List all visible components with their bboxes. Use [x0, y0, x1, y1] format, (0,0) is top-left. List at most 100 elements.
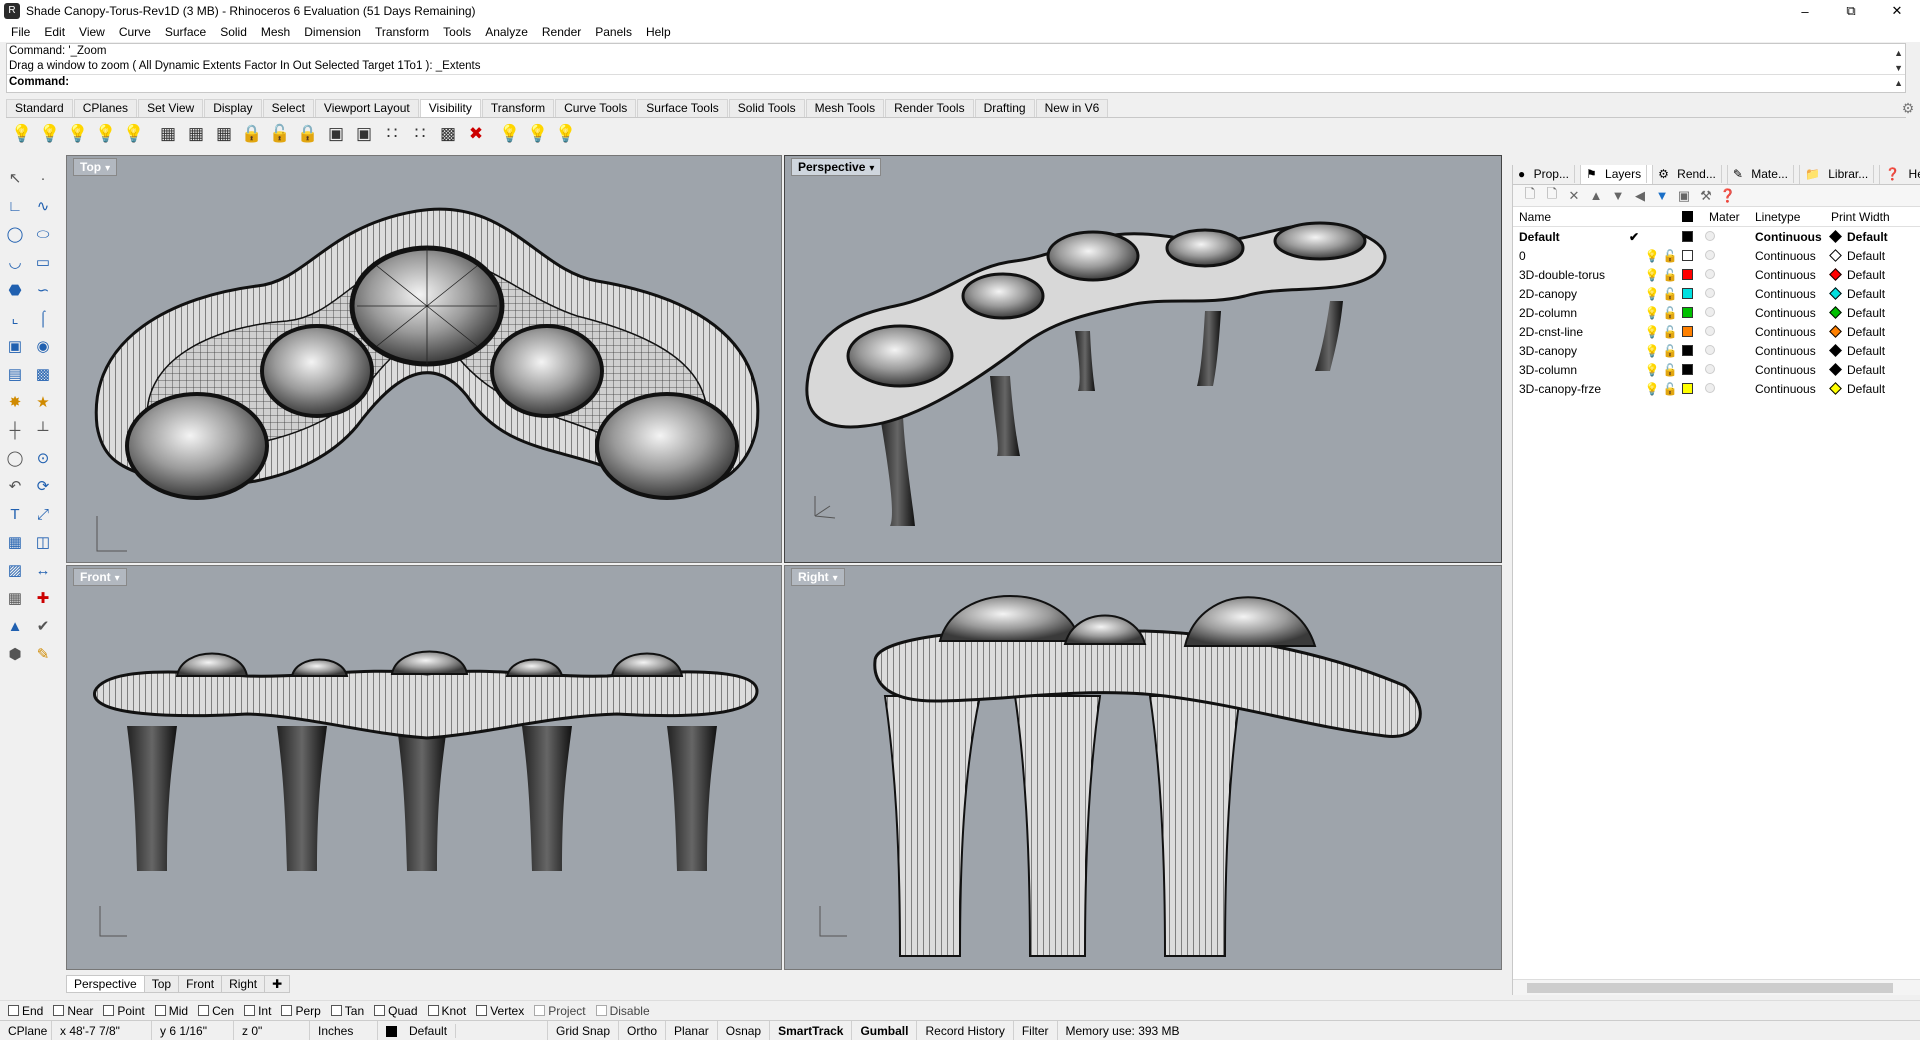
menu-transform[interactable]: Transform: [368, 25, 436, 39]
menu-render[interactable]: Render: [535, 25, 588, 39]
filter-toggle[interactable]: Filter: [1014, 1020, 1058, 1040]
move-up-icon[interactable]: ▲: [1585, 188, 1607, 203]
tab-viewport-layout[interactable]: Viewport Layout: [314, 99, 419, 117]
tab-transform[interactable]: Transform: [481, 99, 555, 117]
split-icon[interactable]: ┼: [3, 418, 27, 442]
record-history-toggle[interactable]: Record History: [917, 1020, 1014, 1040]
analyze-icon[interactable]: ▲: [3, 614, 27, 638]
tab-display[interactable]: Display: [204, 99, 262, 117]
current-layer-indicator[interactable]: Default: [378, 1020, 548, 1040]
unlock-selected-icon[interactable]: ▣: [324, 122, 348, 146]
layer-row-2d-cnst-line[interactable]: 2D-cnst-line 💡 🔓 Continuous Default: [1513, 322, 1920, 341]
rectangle-icon[interactable]: ▭: [31, 250, 55, 274]
command-scroll-arrows[interactable]: ▲ ▼ ▲: [1892, 46, 1903, 88]
hide-lightbulb-icon[interactable]: 💡: [38, 122, 62, 146]
layer-bulb-2-icon[interactable]: 💡: [526, 122, 550, 146]
grid-snap-toggle[interactable]: Grid Snap: [548, 1020, 620, 1040]
grid-array-icon[interactable]: ▦: [3, 586, 27, 610]
edit-icon[interactable]: ✎: [31, 642, 55, 666]
osnap-near[interactable]: Near: [53, 1004, 93, 1018]
osnap-project[interactable]: Project: [534, 1004, 586, 1018]
array-icon[interactable]: ▦: [3, 530, 27, 554]
surface-icon[interactable]: ▩: [31, 362, 55, 386]
hide-points-icon[interactable]: ▣: [352, 122, 376, 146]
viewport-tab-front[interactable]: Front: [178, 975, 223, 993]
filter-icon[interactable]: ▼: [1651, 188, 1673, 203]
point-icon[interactable]: ·: [31, 166, 55, 190]
disable-clipping-icon[interactable]: ✖: [464, 122, 488, 146]
tab-mesh-tools[interactable]: Mesh Tools: [805, 99, 885, 117]
command-prompt[interactable]: Command:: [7, 74, 1905, 89]
panel-tab-layers[interactable]: ⚑ Layers: [1580, 165, 1654, 184]
delete-layer-icon[interactable]: ✕: [1563, 188, 1585, 204]
layer-row-0[interactable]: 0 💡 🔓 Continuous Default: [1513, 246, 1920, 265]
polygon-icon[interactable]: ⬣: [3, 278, 27, 302]
trim-icon[interactable]: ┴: [31, 418, 55, 442]
show-lightbulb-icon[interactable]: 💡: [10, 122, 34, 146]
swap-hidden-icon[interactable]: 💡: [94, 122, 118, 146]
ortho-toggle[interactable]: Ortho: [619, 1020, 667, 1040]
check-icon[interactable]: ✔: [31, 614, 55, 638]
tab-surface-tools[interactable]: Surface Tools: [637, 99, 728, 117]
tab-cplanes[interactable]: CPlanes: [73, 99, 138, 117]
offset-curve-icon[interactable]: ⌠: [31, 306, 55, 330]
new-layer-icon[interactable]: 🗋: [1519, 185, 1541, 207]
move-icon[interactable]: ↶: [3, 474, 27, 498]
cylinder-icon[interactable]: ▤: [3, 362, 27, 386]
osnap-knot[interactable]: Knot: [427, 1004, 466, 1018]
tab-solid-tools[interactable]: Solid Tools: [728, 99, 805, 117]
hide-objects-icon[interactable]: ▦: [184, 122, 208, 146]
osnap-disable[interactable]: Disable: [595, 1004, 650, 1018]
show-selected-icon[interactable]: 💡: [66, 122, 90, 146]
viewport-title-top[interactable]: Top ▾: [73, 158, 118, 176]
tab-new-in-v6[interactable]: New in V6: [1035, 99, 1109, 117]
cplane-indicator[interactable]: CPlane: [0, 1020, 52, 1040]
layer-bulb-1-icon[interactable]: 💡: [498, 122, 522, 146]
panel-tab-materials[interactable]: ✎ Mate...: [1728, 165, 1800, 184]
boolean-difference-icon[interactable]: ⊙: [31, 446, 55, 470]
menu-help[interactable]: Help: [639, 25, 678, 39]
layer-row-3d-canopy[interactable]: 3D-canopy 💡 🔓 Continuous Default: [1513, 341, 1920, 360]
panel-tab-help[interactable]: ❓ Help: [1880, 165, 1920, 184]
menu-dimension[interactable]: Dimension: [297, 25, 368, 39]
box-icon[interactable]: ▣: [3, 334, 27, 358]
minimize-button[interactable]: –: [1782, 0, 1828, 22]
osnap-tan[interactable]: Tan: [330, 1004, 364, 1018]
layer-row-3d-canopy-frze[interactable]: 3D-canopy-frze 💡 🔓 Continuous Default: [1513, 379, 1920, 398]
tab-select[interactable]: Select: [262, 99, 314, 117]
osnap-cen[interactable]: Cen: [198, 1004, 234, 1018]
fillet-curve-icon[interactable]: ⌞: [3, 306, 27, 330]
menu-panels[interactable]: Panels: [588, 25, 639, 39]
tab-standard[interactable]: Standard: [6, 99, 73, 117]
menu-file[interactable]: File: [4, 25, 37, 39]
dimension-icon[interactable]: ↔: [31, 558, 55, 582]
freeform-icon[interactable]: ∽: [31, 278, 55, 302]
menu-analyze[interactable]: Analyze: [478, 25, 535, 39]
menu-surface[interactable]: Surface: [158, 25, 213, 39]
osnap-end[interactable]: End: [8, 1004, 43, 1018]
column-linetype[interactable]: Linetype: [1755, 210, 1831, 224]
layer-bulb-3-icon[interactable]: 💡: [554, 122, 578, 146]
gumball-toggle[interactable]: Gumball: [852, 1020, 918, 1040]
column-print-width[interactable]: Print Width: [1831, 210, 1890, 224]
layer-state-icon[interactable]: ▣: [1673, 188, 1695, 204]
clipping-plane-icon[interactable]: ▩: [436, 122, 460, 146]
isolate-objects-icon[interactable]: ▦: [212, 122, 236, 146]
lock-icon[interactable]: 🔒: [240, 122, 264, 146]
column-name[interactable]: Name: [1513, 210, 1625, 224]
viewport-right[interactable]: Right ▾: [784, 565, 1502, 970]
menu-mesh[interactable]: Mesh: [254, 25, 297, 39]
extrude-icon[interactable]: ▨: [3, 558, 27, 582]
viewport-title-perspective[interactable]: Perspective ▾: [791, 158, 882, 176]
viewport-tab-top[interactable]: Top: [143, 975, 180, 993]
panel-tab-libraries[interactable]: 📁 Librar...: [1800, 165, 1881, 184]
hide-in-detail-icon[interactable]: 💡: [122, 122, 146, 146]
menu-view[interactable]: View: [72, 25, 112, 39]
new-sublayer-icon[interactable]: 🗋: [1541, 185, 1563, 207]
viewport-front[interactable]: Front ▾: [66, 565, 782, 970]
tab-visibility[interactable]: Visibility: [419, 99, 481, 117]
osnap-mid[interactable]: Mid: [154, 1004, 188, 1018]
layer-row-3d-double-torus[interactable]: 3D-double-torus 💡 🔓 Continuous Default: [1513, 265, 1920, 284]
arc-icon[interactable]: ◡: [3, 250, 27, 274]
viewport-title-front[interactable]: Front ▾: [73, 568, 127, 586]
